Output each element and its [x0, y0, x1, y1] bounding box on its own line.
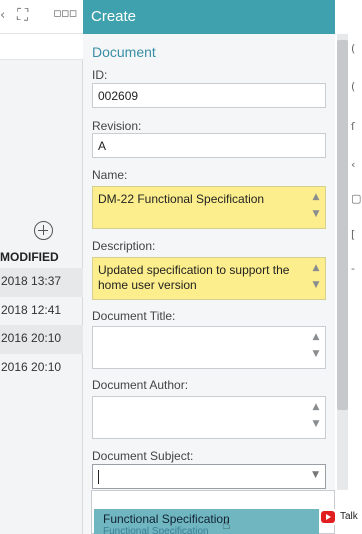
scroll-down-icon[interactable]: ▼: [311, 280, 321, 290]
list-row[interactable]: 2018 13:37: [0, 268, 83, 297]
name-textarea[interactable]: DM-22 Functional Specification ▲ ▼: [92, 186, 326, 229]
create-dialog: Create Document ID: 002609 Revision: A N…: [83, 0, 335, 534]
hand-cursor-icon: ☝: [222, 517, 231, 533]
toolbar-icon[interactable]: ‹: [351, 158, 355, 171]
modified-date: 2016 20:10: [1, 360, 62, 374]
document-subject-label: Document Subject:: [92, 449, 194, 463]
text-caret: [98, 470, 99, 484]
document-author-textarea[interactable]: ▲ ▼: [92, 396, 326, 439]
id-label: ID:: [92, 68, 108, 82]
revision-label: Revision:: [92, 119, 142, 133]
toolbar-icon[interactable]: ▢: [351, 192, 361, 205]
right-toolbar: [348, 34, 362, 534]
toolbar-icon[interactable]: (: [351, 80, 355, 93]
id-input[interactable]: 002609: [92, 83, 326, 108]
scroll-up-icon[interactable]: ▲: [311, 332, 321, 342]
document-author-label: Document Author:: [92, 378, 189, 392]
dropdown-option[interactable]: Functional Specification Functional Spec…: [94, 509, 319, 534]
dropdown-option-sublabel: Functional Specification: [103, 526, 209, 534]
list-filter-strip: [0, 34, 83, 60]
toolbar-icon[interactable]: (: [351, 42, 355, 55]
toolbar-icon[interactable]: ſ: [351, 120, 355, 133]
scroll-down-icon[interactable]: ▼: [311, 349, 321, 359]
description-label: Description:: [92, 239, 156, 253]
list-row[interactable]: 2016 20:10: [0, 325, 83, 354]
scroll-up-icon[interactable]: ▲: [311, 192, 321, 202]
revision-input[interactable]: A: [92, 133, 326, 158]
list-row[interactable]: 2016 20:10: [0, 354, 83, 383]
dialog-title: Create: [83, 0, 335, 34]
modified-date: 2018 13:37: [1, 274, 62, 288]
scroll-up-icon[interactable]: ▲: [311, 402, 321, 412]
document-title-textarea[interactable]: ▲ ▼: [92, 326, 326, 369]
add-document-icon[interactable]: [34, 221, 53, 240]
scroll-down-icon[interactable]: ▼: [311, 419, 321, 429]
scroll-down-icon[interactable]: ▼: [311, 209, 321, 219]
talk-label: Talk: [340, 511, 358, 522]
document-title-label: Document Title:: [92, 309, 176, 323]
subject-dropdown-list: Functional Specification Functional Spec…: [91, 490, 335, 534]
description-textarea[interactable]: Updated specification to support the hom…: [92, 257, 326, 300]
name-label: Name:: [92, 168, 128, 182]
modified-date: 2016 20:10: [1, 331, 62, 345]
list-toolbar: ‹ ⛶ ▫▫▫: [0, 0, 83, 34]
more-options-icon[interactable]: ▫▫▫: [53, 6, 77, 21]
document-list-pane: [0, 0, 83, 534]
name-value: DM-22 Functional Specification: [98, 192, 265, 206]
scroll-up-icon[interactable]: ▲: [311, 263, 321, 273]
modified-date: 2018 12:41: [1, 303, 62, 317]
chevron-down-icon[interactable]: ▼: [312, 470, 319, 480]
section-title: Document: [92, 44, 156, 60]
document-subject-select[interactable]: ▼: [92, 464, 326, 489]
chevron-left-icon[interactable]: ‹: [0, 8, 5, 23]
talk-badge[interactable]: Talk: [320, 509, 362, 525]
description-value: Updated specification to support the hom…: [98, 263, 290, 292]
play-icon: [321, 511, 335, 523]
toolbar-icon[interactable]: [: [351, 228, 355, 241]
expand-icon[interactable]: ⛶: [17, 5, 28, 25]
column-header-modified[interactable]: MODIFIED: [0, 250, 83, 266]
list-row[interactable]: 2018 12:41: [0, 297, 83, 326]
toolbar-icon[interactable]: -: [351, 262, 355, 275]
dialog-scroll-thumb[interactable]: [337, 40, 348, 410]
dropdown-option-label: Functional Specification: [103, 512, 230, 526]
